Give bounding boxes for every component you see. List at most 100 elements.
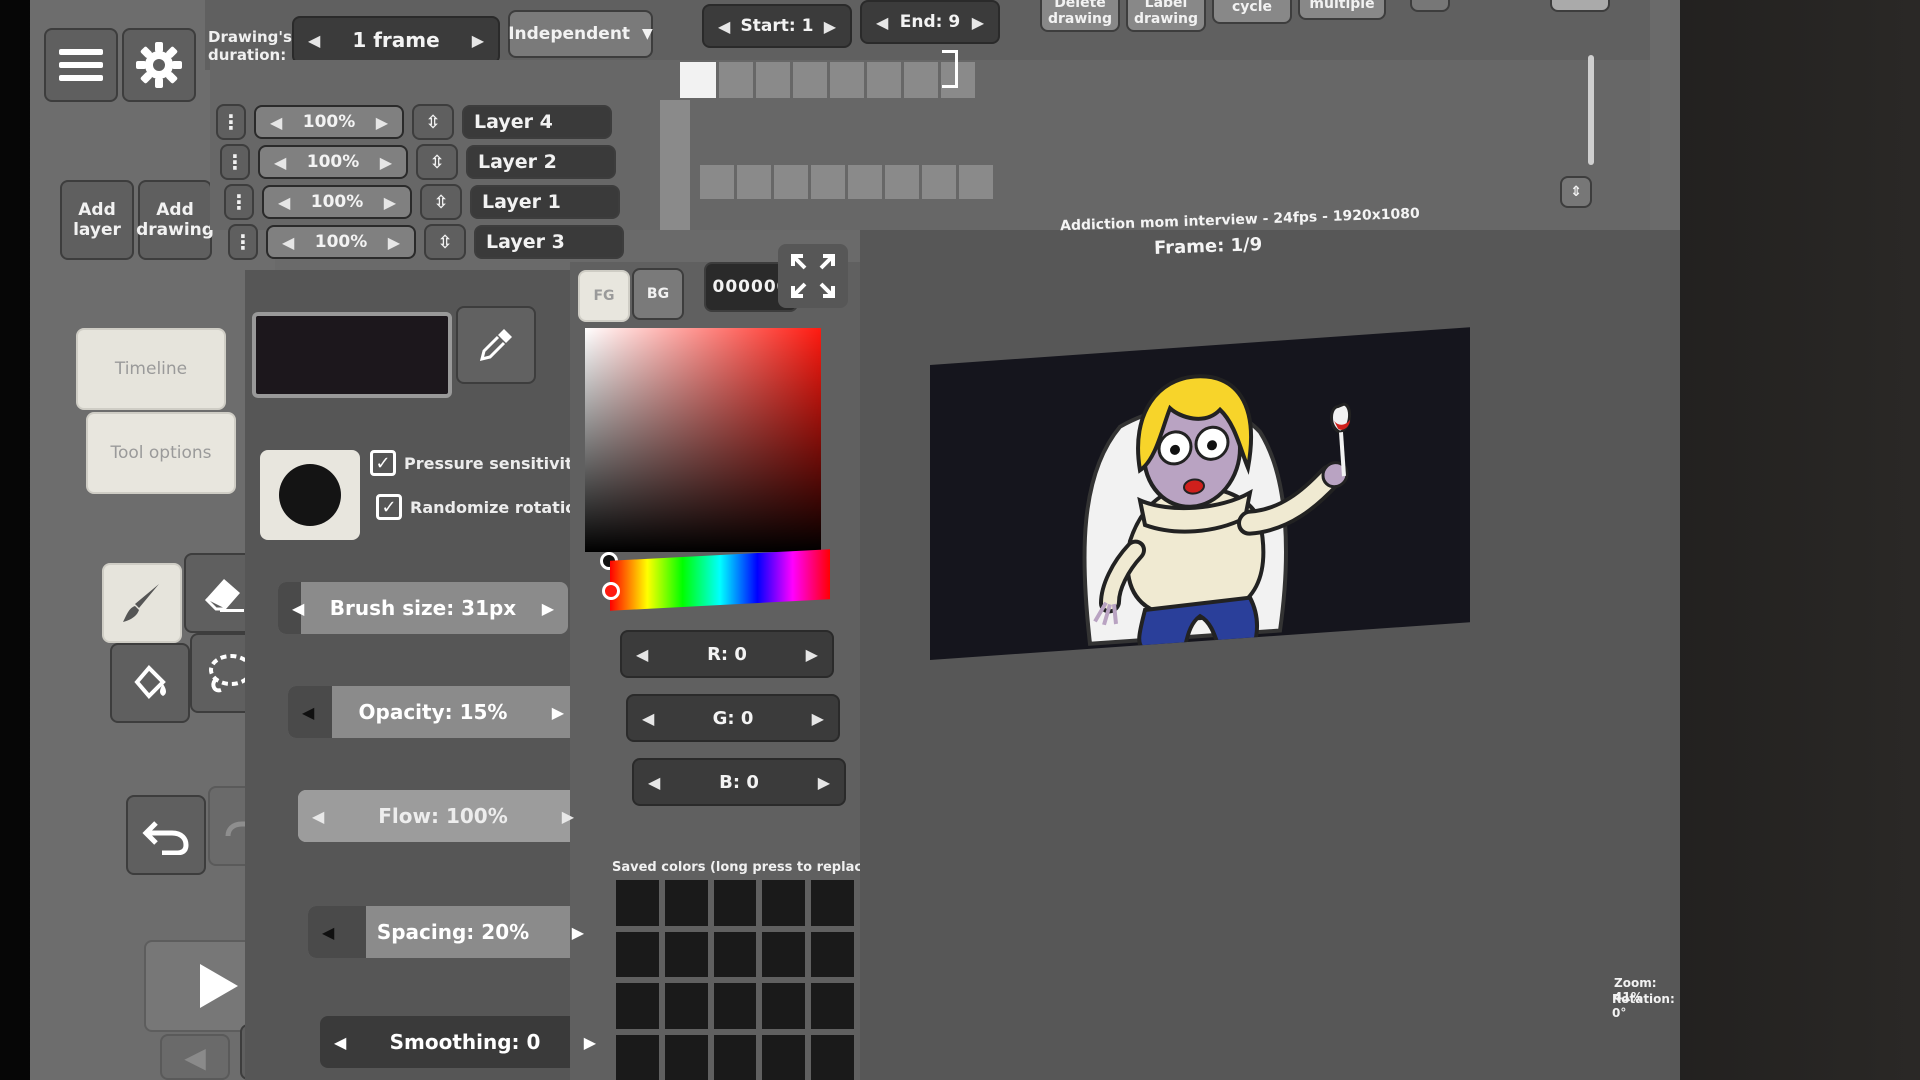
layer-menu-button[interactable]: ⋮ — [228, 224, 258, 260]
delete-drawing-button[interactable]: Delete drawing — [1040, 0, 1120, 32]
prev-frame-button[interactable]: ◀ — [160, 1034, 230, 1080]
chevron-right-icon[interactable]: ▶ — [824, 17, 836, 36]
layer-reorder-button[interactable]: ⇳ — [420, 184, 462, 220]
smoothing-slider[interactable]: ◀ Smoothing: 0 ▶ — [320, 1016, 610, 1068]
layer-name[interactable]: Layer 1 — [470, 185, 620, 219]
chevron-right-icon[interactable]: ▶ — [542, 599, 554, 618]
layer-row[interactable]: ⋮ ◀ 100% ▶ ⇳ Layer 4 — [216, 104, 656, 140]
blue-stepper[interactable]: ◀ B: 0 ▶ — [632, 758, 846, 806]
layer-menu-button[interactable]: ⋮ — [224, 184, 254, 220]
toolbar-extra-button[interactable] — [1410, 0, 1450, 12]
multiple-label: multiple — [1309, 0, 1375, 12]
undo-button[interactable] — [126, 795, 206, 875]
tab-tool-options[interactable]: Tool options — [86, 412, 236, 494]
chevron-right-icon[interactable]: ▶ — [562, 807, 574, 826]
chevron-right-icon[interactable]: ▶ — [584, 1033, 596, 1052]
red-stepper[interactable]: ◀ R: 0 ▶ — [620, 630, 834, 678]
multiple-button[interactable]: multiple — [1298, 0, 1386, 20]
play-icon — [194, 962, 240, 1010]
flow-label: Flow: 100% — [378, 804, 508, 828]
brush-preview — [260, 450, 360, 540]
green-stepper[interactable]: ◀ G: 0 ▶ — [626, 694, 840, 742]
tab-timeline-label: Timeline — [114, 359, 188, 379]
hue-handle[interactable] — [602, 582, 620, 600]
chevron-left-icon[interactable]: ◀ — [312, 807, 324, 826]
chevron-left-icon[interactable]: ◀ — [308, 31, 320, 50]
eyedropper-button[interactable] — [456, 306, 536, 384]
checkbox-checked-icon[interactable]: ✓ — [376, 494, 402, 520]
layer-name[interactable]: Layer 4 — [462, 105, 612, 139]
duration-stepper[interactable]: ◀ 1 frame ▶ — [292, 16, 500, 64]
fullscreen-button[interactable] — [778, 244, 848, 308]
chevron-left-icon[interactable]: ◀ — [642, 709, 654, 728]
chevron-left-icon[interactable]: ◀ — [292, 599, 304, 618]
brush-size-slider[interactable]: ◀ Brush size: 31px ▶ — [278, 582, 568, 634]
settings-button[interactable] — [122, 28, 196, 102]
menu-button[interactable] — [44, 28, 118, 102]
hamburger-icon — [59, 47, 103, 83]
chevron-right-icon[interactable]: ▶ — [972, 13, 984, 32]
opacity-slider[interactable]: ◀ Opacity: 15% ▶ — [288, 686, 578, 738]
chevron-right-icon[interactable]: ▶ — [552, 703, 564, 722]
fill-tool-button[interactable] — [110, 643, 190, 723]
mode-dropdown[interactable]: Independent ▼ — [508, 10, 653, 58]
fg-tab[interactable]: FG — [578, 270, 630, 322]
end-stepper[interactable]: ◀ End: 9 ▶ — [860, 0, 1000, 44]
start-stepper[interactable]: ◀ Start: 1 ▶ — [702, 4, 852, 48]
timeline-expand-button[interactable]: ⇕ — [1560, 176, 1592, 208]
timeline-frames[interactable] — [680, 62, 980, 98]
chevron-left-icon[interactable]: ◀ — [648, 773, 660, 792]
add-drawing-button[interactable]: Add drawing — [136, 180, 214, 260]
add-layer-button[interactable]: Add layer — [60, 180, 134, 260]
layer-opacity: 100% — [306, 152, 360, 172]
chevron-right-icon[interactable]: ▶ — [818, 773, 830, 792]
chevron-left-icon[interactable]: ◀ — [876, 13, 888, 32]
cycle-button[interactable]: cycle — [1212, 0, 1292, 24]
playhead-marker[interactable] — [942, 50, 958, 88]
mode-value: Independent — [508, 24, 631, 44]
start-value: Start: 1 — [740, 16, 814, 36]
chevron-left-icon[interactable]: ◀ — [334, 1033, 346, 1052]
layer-row[interactable]: ⋮ ◀ 100% ▶ ⇳ Layer 3 — [228, 224, 668, 260]
spacing-slider[interactable]: ◀ Spacing: 20% ▶ — [308, 906, 598, 958]
layer-row[interactable]: ⋮ ◀ 100% ▶ ⇳ Layer 2 — [220, 144, 660, 180]
randomize-rotation-option[interactable]: ✓ Randomize rotation — [376, 494, 588, 520]
rotation-indicator: Rotation: 0° — [1612, 992, 1675, 1020]
chevron-left-icon[interactable]: ◀ — [636, 645, 648, 664]
chevron-right-icon[interactable]: ▶ — [812, 709, 824, 728]
brush-icon — [119, 580, 165, 626]
toolbar-extra-button-2[interactable] — [1550, 0, 1610, 12]
flow-slider[interactable]: ◀ Flow: 100% ▶ — [298, 790, 588, 842]
chevron-left-icon[interactable]: ◀ — [302, 703, 314, 722]
layer-menu-button[interactable]: ⋮ — [220, 144, 250, 180]
layer-opacity-stepper[interactable]: ◀ 100% ▶ — [254, 105, 404, 139]
saved-colors-grid[interactable] — [616, 880, 854, 1080]
layer-opacity-stepper[interactable]: ◀ 100% ▶ — [258, 145, 408, 179]
layer-opacity-stepper[interactable]: ◀ 100% ▶ — [266, 225, 416, 259]
layer-name[interactable]: Layer 3 — [474, 225, 624, 259]
layer-name[interactable]: Layer 2 — [466, 145, 616, 179]
saturation-value-picker[interactable] — [585, 328, 821, 552]
brush-tool-button[interactable] — [102, 563, 182, 643]
layer-menu-button[interactable]: ⋮ — [216, 104, 246, 140]
pressure-sensitivity-option[interactable]: ✓ Pressure sensitivity — [370, 450, 583, 476]
layer-reorder-button[interactable]: ⇳ — [424, 224, 466, 260]
tab-timeline[interactable]: Timeline — [76, 328, 226, 410]
undo-icon — [142, 815, 190, 855]
chevron-left-icon[interactable]: ◀ — [718, 17, 730, 36]
layer-opacity-stepper[interactable]: ◀ 100% ▶ — [262, 185, 412, 219]
checkbox-checked-icon[interactable]: ✓ — [370, 450, 396, 476]
chevron-left-icon[interactable]: ◀ — [322, 923, 334, 942]
timeline-scrollbar[interactable] — [1588, 55, 1594, 165]
layer-reorder-button[interactable]: ⇳ — [412, 104, 454, 140]
bg-tab[interactable]: BG — [632, 268, 684, 320]
chevron-right-icon[interactable]: ▶ — [472, 31, 484, 50]
layer-row[interactable]: ⋮ ◀ 100% ▶ ⇳ Layer 1 — [224, 184, 664, 220]
drawing-canvas[interactable] — [930, 327, 1470, 660]
label-drawing-button[interactable]: Label drawing — [1126, 0, 1206, 32]
chevron-right-icon[interactable]: ▶ — [806, 645, 818, 664]
chevron-right-icon[interactable]: ▶ — [572, 923, 584, 942]
timeline-frames-layer1[interactable] — [700, 165, 1000, 199]
current-color-swatch[interactable] — [252, 312, 452, 398]
layer-reorder-button[interactable]: ⇳ — [416, 144, 458, 180]
